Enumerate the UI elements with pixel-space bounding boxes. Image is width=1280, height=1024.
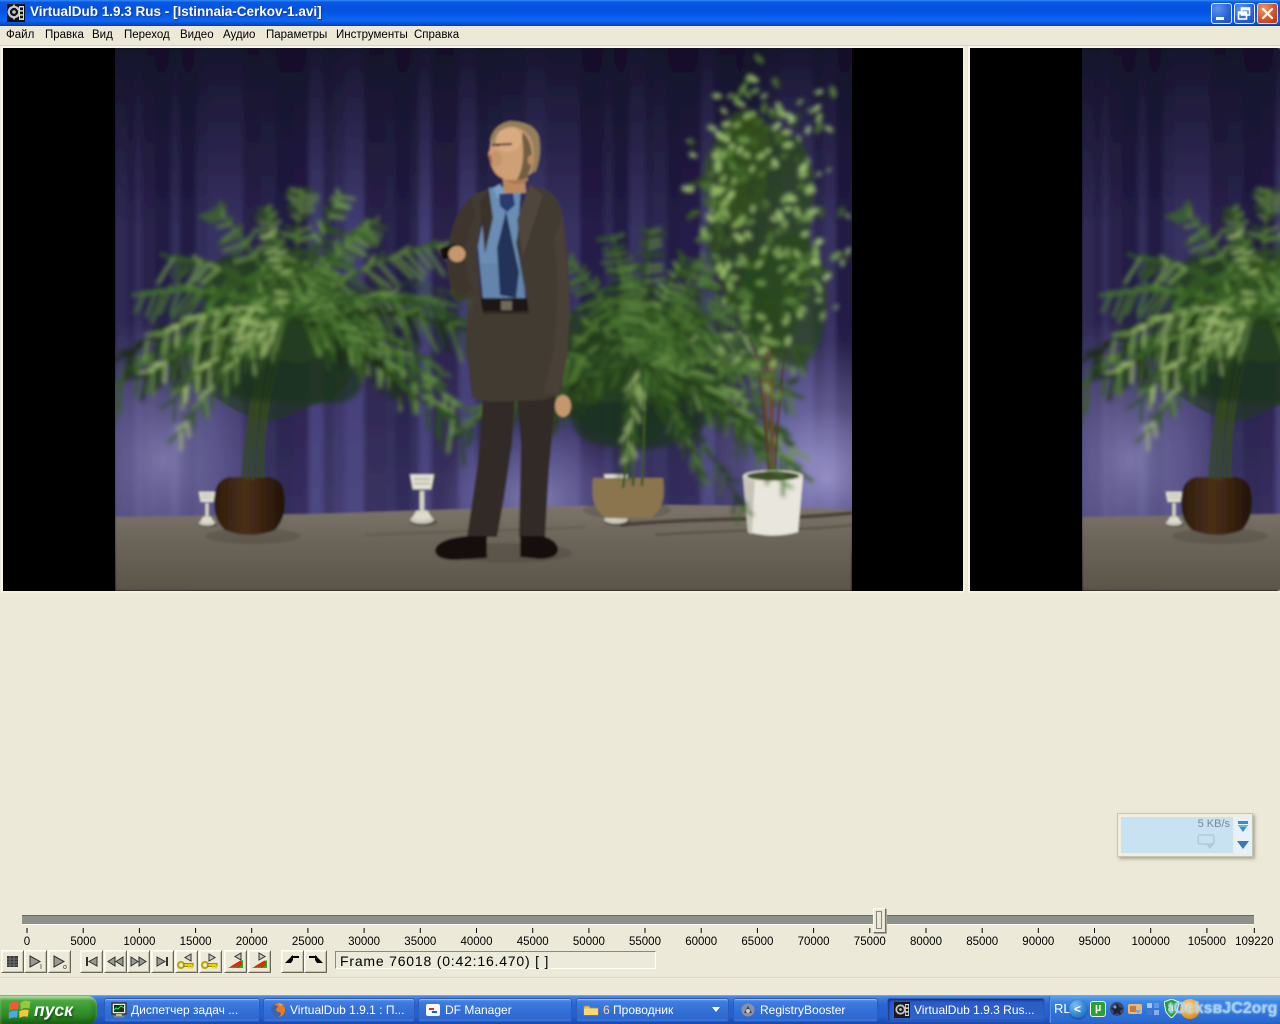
svg-text:75000: 75000 <box>854 936 886 948</box>
svg-text:35000: 35000 <box>404 936 436 948</box>
svg-text:25000: 25000 <box>292 936 324 948</box>
svg-text:100000: 100000 <box>1132 936 1170 948</box>
svg-text:70000: 70000 <box>798 936 830 948</box>
svg-text:95000: 95000 <box>1079 936 1111 948</box>
svg-text:90000: 90000 <box>1022 936 1054 948</box>
svg-text:109220: 109220 <box>1235 936 1273 948</box>
svg-text:80000: 80000 <box>910 936 942 948</box>
svg-text:15000: 15000 <box>180 936 212 948</box>
svg-text:20000: 20000 <box>236 936 268 948</box>
svg-text:105000: 105000 <box>1188 936 1226 948</box>
svg-text:30000: 30000 <box>348 936 380 948</box>
svg-text:o: o <box>63 964 67 971</box>
svg-text:40000: 40000 <box>461 936 493 948</box>
svg-text:65000: 65000 <box>741 936 773 948</box>
svg-text:0: 0 <box>24 936 30 948</box>
svg-text:10000: 10000 <box>123 936 155 948</box>
svg-text:I: I <box>40 964 42 971</box>
svg-text:85000: 85000 <box>966 936 998 948</box>
svg-text:60000: 60000 <box>685 936 717 948</box>
svg-text:55000: 55000 <box>629 936 661 948</box>
svg-text:45000: 45000 <box>517 936 549 948</box>
svg-text:50000: 50000 <box>573 936 605 948</box>
svg-text:5000: 5000 <box>70 936 96 948</box>
